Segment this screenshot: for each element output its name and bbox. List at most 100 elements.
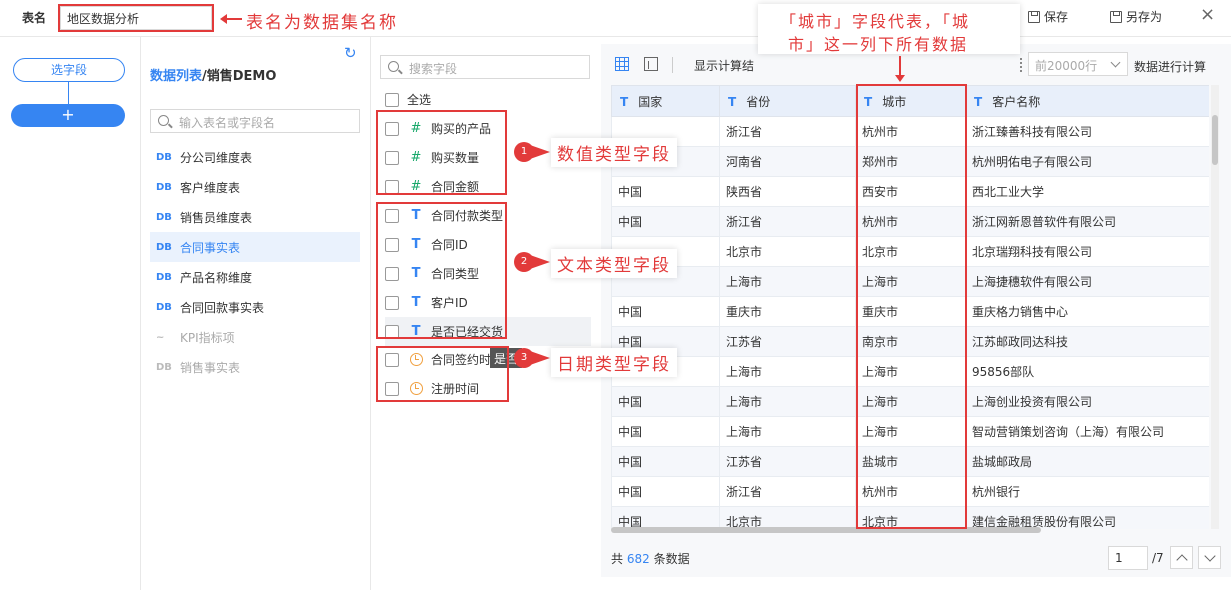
table-item[interactable]: DB 销售员维度表 xyxy=(150,202,360,232)
database-icon: DB xyxy=(156,361,172,373)
breadcrumb-data-list-link[interactable]: 数据列表 xyxy=(150,69,202,84)
table-item-disabled: DB 销售事实表 xyxy=(150,352,360,382)
table-cell: 中国 xyxy=(611,476,720,507)
save-as-label: 另存为 xyxy=(1126,10,1163,24)
refresh-icon[interactable]: ↻ xyxy=(344,44,357,62)
table-cell: 江苏邮政同达科技 xyxy=(965,326,1209,357)
annotation-badge-1: 1 xyxy=(514,142,554,162)
table-cell: 浙江省 xyxy=(719,476,856,507)
record-count: 共 682 条数据 xyxy=(611,550,690,567)
text-type-icon: T xyxy=(620,94,629,109)
table-item[interactable]: DB 产品名称维度 xyxy=(150,262,360,292)
annotation-city-callout: 「城市」字段代表，「城 市」这一列下所有数据 xyxy=(758,4,1020,54)
table-cell: 上海市 xyxy=(719,416,856,447)
table-cell: 北京瑞翔科技有限公司 xyxy=(965,236,1209,267)
column-header-country[interactable]: T 国家 xyxy=(611,85,720,117)
table-item-label: 合同回款事实表 xyxy=(180,300,265,315)
table-item-label: KPI指标项 xyxy=(180,330,235,345)
table-search-placeholder: 输入表名或字段名 xyxy=(179,116,276,130)
save-icon xyxy=(1028,10,1040,23)
vertical-scrollbar[interactable] xyxy=(1211,85,1219,529)
table-cell: 重庆市 xyxy=(719,296,856,327)
next-page-button[interactable] xyxy=(1198,546,1221,569)
annotation-city-line1: 「城市」字段代表，「城 xyxy=(780,12,971,31)
pick-field-button[interactable]: 选字段 xyxy=(13,58,125,82)
database-icon: DB xyxy=(156,151,172,163)
add-step-button[interactable]: + xyxy=(11,104,125,127)
record-count-prefix: 共 xyxy=(611,552,624,566)
table-cell: 浙江网新恩普软件有限公司 xyxy=(965,206,1209,237)
column-header-province[interactable]: T 省份 xyxy=(719,85,856,117)
save-label: 保存 xyxy=(1044,10,1069,24)
table-cell: 中国 xyxy=(611,386,720,417)
field-search-input[interactable]: 搜索字段 xyxy=(380,55,590,79)
table-cell: 中国 xyxy=(611,416,720,447)
annotation-badge-3: 3 xyxy=(514,348,554,368)
table-item[interactable]: DB 分公司维度表 xyxy=(150,142,360,172)
step-column: 选字段 + xyxy=(0,37,141,590)
annotation-numeric: 数值类型字段 xyxy=(551,138,677,167)
annotation-table-name: 表名为数据集名称 xyxy=(246,13,398,33)
annotation-box-text xyxy=(376,202,507,339)
table-search-input[interactable]: 输入表名或字段名 xyxy=(150,109,360,133)
table-cell: 上海创业投资有限公司 xyxy=(965,386,1209,417)
table-cell: 杭州银行 xyxy=(965,476,1209,507)
toolbar-divider xyxy=(672,57,673,73)
page-number-input[interactable]: 1 xyxy=(1108,546,1148,570)
breadcrumb-current: /销售DEMO xyxy=(202,69,277,84)
table-cell: 北京市 xyxy=(719,236,856,267)
table-cell: 盐城邮政局 xyxy=(965,446,1209,477)
row-limit-select[interactable]: 前20000行 xyxy=(1028,52,1128,76)
table-cell: 上海市 xyxy=(719,356,856,387)
save-as-button[interactable]: 另存为 xyxy=(1110,8,1162,25)
table-cell: 重庆格力销售中心 xyxy=(965,296,1209,327)
table-item-label: 销售事实表 xyxy=(180,360,241,375)
scrollbar-thumb[interactable] xyxy=(1212,115,1218,165)
table-cell: 中国 xyxy=(611,506,720,529)
table-cell: 95856部队 xyxy=(965,356,1209,387)
database-icon: DB xyxy=(156,181,172,193)
prev-page-button[interactable] xyxy=(1170,546,1193,569)
table-cell: 浙江臻善科技有限公司 xyxy=(965,116,1209,147)
badge-number: 1 xyxy=(514,142,534,162)
kpi-icon: ~ xyxy=(156,331,165,343)
column-header-label: 省份 xyxy=(746,94,771,109)
page-total: /7 xyxy=(1152,551,1164,565)
table-item-active[interactable]: DB 合同事实表 xyxy=(150,232,360,262)
more-icon[interactable] xyxy=(1020,58,1022,72)
table-item[interactable]: DB 合同回款事实表 xyxy=(150,292,360,322)
show-calc-toggle[interactable]: 显示计算结 xyxy=(694,57,754,74)
row-limit-suffix: 数据进行计算 xyxy=(1134,60,1207,74)
step-connector xyxy=(68,82,69,104)
save-button[interactable]: 保存 xyxy=(1028,8,1068,25)
table-cell: 上海市 xyxy=(719,386,856,417)
record-count-number: 682 xyxy=(626,552,650,566)
database-icon: DB xyxy=(156,301,172,313)
table-item-disabled: ~ KPI指标项 xyxy=(150,322,360,352)
table-cell: 上海捷穗软件有限公司 xyxy=(965,266,1209,297)
table-cell: 江苏省 xyxy=(719,326,856,357)
table-view-icon[interactable] xyxy=(644,57,658,71)
annotation-arrow-down xyxy=(895,56,905,82)
table-cell: 浙江省 xyxy=(719,206,856,237)
annotation-box-numeric xyxy=(376,110,507,195)
table-cell: 中国 xyxy=(611,176,720,207)
text-type-icon: T xyxy=(728,94,737,109)
annotation-box-city-column xyxy=(856,84,967,529)
table-item[interactable]: DB 客户维度表 xyxy=(150,172,360,202)
annotation-box-date xyxy=(376,346,509,402)
search-icon xyxy=(158,115,169,126)
table-item-label: 合同事实表 xyxy=(180,240,241,255)
table-name-label: 表名 xyxy=(22,11,47,25)
grid-view-icon[interactable] xyxy=(615,57,629,71)
checkbox[interactable] xyxy=(385,92,399,107)
close-icon[interactable]: × xyxy=(1200,4,1215,25)
table-list-panel: 数据列表/销售DEMO ↻ 输入表名或字段名 DB 分公司维度表 DB 客户维度表 … xyxy=(141,37,371,590)
horizontal-scrollbar[interactable] xyxy=(611,527,1041,533)
column-header-customer[interactable]: T 客户名称 xyxy=(965,85,1209,117)
table-cell: 陕西省 xyxy=(719,176,856,207)
badge-number: 2 xyxy=(514,252,534,272)
search-icon xyxy=(388,61,399,72)
table-cell: 河南省 xyxy=(719,146,856,177)
table-cell: 浙江省 xyxy=(719,116,856,147)
